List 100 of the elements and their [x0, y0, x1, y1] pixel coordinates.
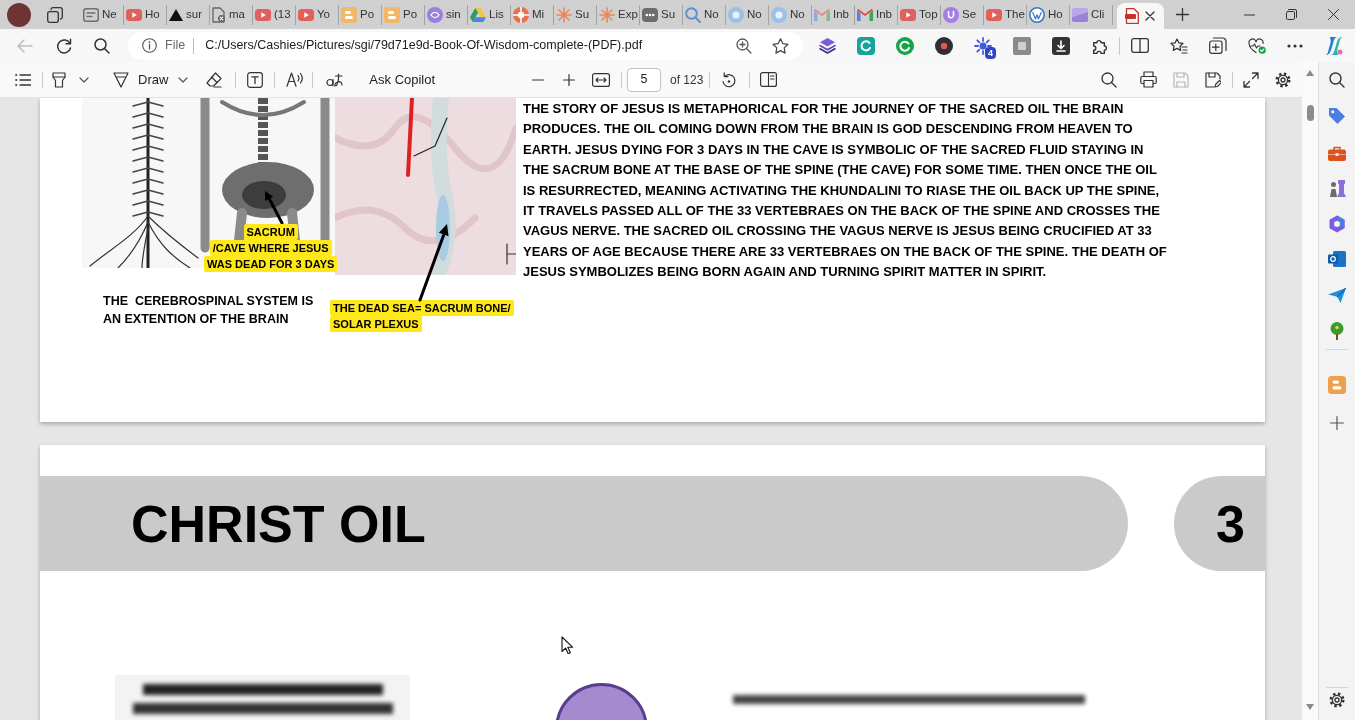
address-field[interactable]: File C:/Users/Cashies/Pictures/sgi/79d71e9d-Book-Of-Wisdom-complete-(PDF).pdf [128, 31, 803, 60]
browser-tab[interactable]: Su [554, 4, 597, 25]
heart-pulse-icon[interactable] [1248, 37, 1266, 54]
search-icon[interactable] [94, 37, 110, 54]
plus-icon[interactable] [563, 73, 575, 86]
tag-icon[interactable] [1328, 107, 1346, 125]
browser-tab[interactable]: Top [898, 4, 941, 25]
browser-tab[interactable]: No [683, 4, 726, 25]
more-icon[interactable] [1287, 43, 1303, 48]
puzzle-icon[interactable] [1091, 37, 1107, 54]
layers-icon[interactable] [819, 37, 836, 54]
caret-icon[interactable] [79, 76, 89, 83]
sparkle-icon [556, 6, 572, 23]
text-box-icon[interactable] [247, 71, 264, 88]
browser-tab[interactable]: Ho [124, 4, 167, 25]
browser-tab[interactable]: No [769, 4, 812, 25]
close-icon[interactable] [1328, 9, 1339, 20]
browser-tab[interactable]: sin [425, 4, 468, 25]
zoom-in-icon[interactable] [736, 37, 752, 54]
settings-icon[interactable] [1328, 691, 1346, 709]
favorites-icon[interactable] [1170, 37, 1188, 54]
collections-icon[interactable] [1209, 37, 1227, 54]
url-text[interactable]: C:/Users/Cashies/Pictures/sgi/79d71e9d-Book-Of-Wisdom-complete-(PDF).pdf [205, 36, 643, 55]
plus-icon[interactable] [1176, 8, 1189, 21]
notification-count: 4 [985, 46, 996, 59]
translate-icon[interactable] [326, 72, 344, 87]
browser-tab[interactable]: Se [941, 4, 984, 25]
eraser-icon[interactable] [206, 71, 223, 88]
tabs-icon[interactable] [47, 6, 63, 23]
browser-tab[interactable]: Su [640, 4, 683, 25]
browser-tab[interactable]: Exp [597, 4, 640, 25]
browser-tab[interactable]: Ho [1027, 4, 1070, 25]
tile-icon[interactable] [1013, 36, 1031, 55]
mail-icon [857, 8, 873, 21]
triangle-icon [470, 7, 486, 22]
mail-icon[interactable] [1328, 251, 1346, 267]
chess-pieces-icon[interactable] [1328, 180, 1346, 197]
browser-tab[interactable]: Ne [81, 4, 124, 25]
browser-tab[interactable]: Mi [511, 4, 554, 25]
page-number-field[interactable]: 5 [627, 67, 661, 92]
browser-tab[interactable]: Inb [812, 4, 855, 25]
tile-icon[interactable] [1328, 376, 1346, 394]
ask-copilot-button[interactable]: Ask Copilot [361, 65, 444, 94]
info-icon[interactable] [142, 38, 157, 53]
search-icon[interactable] [1329, 72, 1345, 88]
minus-icon[interactable] [532, 78, 544, 81]
swirl-icon[interactable] [1324, 35, 1344, 56]
browser-tab[interactable]: Cli [1070, 4, 1113, 25]
hexagon-icon[interactable] [1328, 215, 1346, 233]
browser-tab[interactable]: Lis [468, 4, 511, 25]
draw-button[interactable]: Draw [108, 65, 193, 94]
browser-tab[interactable]: The [984, 4, 1027, 25]
save-as-icon[interactable] [1205, 71, 1221, 88]
circle-icon [1029, 6, 1045, 23]
circle-icon [771, 6, 787, 23]
rotate-icon[interactable] [721, 71, 738, 88]
browser-tab[interactable]: No [726, 4, 769, 25]
browser-tab[interactable]: Inb [855, 4, 898, 25]
search-icon[interactable] [1101, 71, 1117, 88]
browser-tab[interactable]: Po [339, 4, 382, 25]
fit-width-icon[interactable] [592, 72, 610, 87]
window-icon [83, 7, 99, 22]
document-icon [1125, 8, 1139, 24]
highlighter-icon[interactable] [52, 71, 66, 88]
restore-icon[interactable] [1286, 9, 1297, 20]
minimize-icon[interactable] [1244, 13, 1255, 16]
toolbox-icon[interactable] [1328, 146, 1346, 161]
browser-tab[interactable]: ma [210, 4, 253, 25]
browser-tab[interactable]: sur [167, 4, 210, 25]
close-icon[interactable] [1145, 11, 1155, 21]
play-icon [986, 8, 1002, 21]
scroll-up-icon[interactable] [1306, 70, 1314, 76]
read-aloud-icon[interactable] [286, 72, 304, 87]
browser-tab[interactable]: Yo [296, 4, 339, 25]
print-icon[interactable] [1140, 71, 1157, 88]
circle-icon[interactable] [935, 36, 953, 55]
tree-icon[interactable] [1330, 322, 1344, 340]
split-screen-icon[interactable] [1131, 38, 1149, 53]
contents-icon[interactable] [15, 73, 31, 86]
paper-plane-icon[interactable] [1328, 288, 1346, 303]
sunburst-icon[interactable] [974, 36, 992, 55]
circle-icon [943, 6, 959, 23]
scroll-down-icon[interactable] [1306, 704, 1314, 710]
play-icon [298, 8, 314, 21]
sparkle-icon [599, 6, 615, 23]
scheme-label: File [165, 37, 186, 55]
page-view-icon[interactable] [760, 72, 778, 87]
scrollbar-thumb[interactable] [1306, 105, 1314, 121]
settings-icon[interactable] [1274, 70, 1292, 89]
reload-icon[interactable] [56, 37, 72, 54]
download-icon[interactable] [1052, 36, 1070, 55]
browser-tab[interactable]: (13 [253, 4, 296, 25]
avatar-icon[interactable] [7, 2, 31, 27]
fullscreen-icon[interactable] [1243, 71, 1259, 88]
star-icon[interactable] [772, 37, 789, 54]
browser-tab[interactable]: Po [382, 4, 425, 25]
tile-icon [384, 6, 400, 23]
browser-tab[interactable] [1117, 3, 1164, 29]
tile-icon[interactable] [857, 36, 875, 55]
callout-label: THE DEAD SEA= SACRUM BONE/ SOLAR PLEXUS [330, 300, 514, 332]
